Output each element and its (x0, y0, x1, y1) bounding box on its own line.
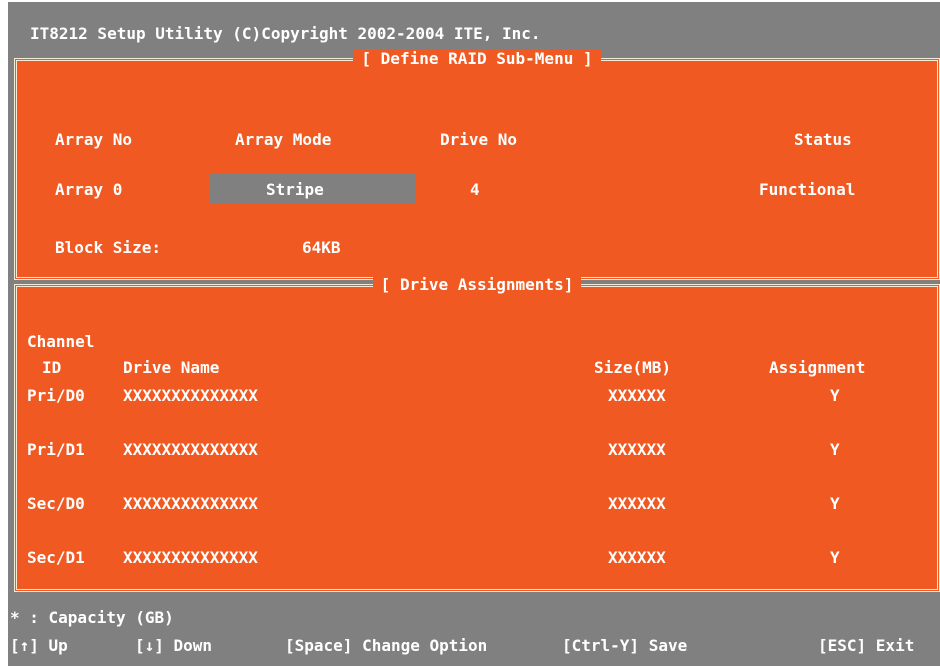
drive-assignment[interactable]: Y (830, 494, 840, 513)
define-raid-title: [ Define RAID Sub-Menu ] (353, 49, 601, 68)
save-key-hint: [Ctrl-Y] Save (562, 636, 688, 655)
define-raid-panel: [ Define RAID Sub-Menu ] Array No Array … (14, 49, 940, 280)
drive-assignments-title: [ Drive Assignments] (372, 275, 582, 294)
drive-channel: Pri/D1 (27, 440, 85, 459)
app-title: IT8212 Setup Utility (C)Copyright 2002-2… (30, 24, 541, 43)
drive-no-header: Drive No (440, 130, 518, 149)
status-value: Functional (759, 180, 856, 199)
drive-channel: Pri/D0 (27, 386, 85, 405)
drive-assignment[interactable]: Y (830, 548, 840, 567)
drive-name: XXXXXXXXXXXXXX (123, 494, 258, 513)
block-size-value[interactable]: 64KB (302, 238, 341, 257)
drive-size: XXXXXX (608, 386, 666, 405)
drive-name: XXXXXXXXXXXXXX (123, 440, 258, 459)
drive-channel: Sec/D1 (27, 548, 85, 567)
change-option-key-hint: [Space] Change Option (285, 636, 488, 655)
drive-name: XXXXXXXXXXXXXX (123, 386, 258, 405)
drive-size: XXXXXX (608, 494, 666, 513)
status-header: Status (794, 130, 852, 149)
drive-assignment[interactable]: Y (830, 440, 840, 459)
drive-channel: Sec/D0 (27, 494, 85, 513)
capacity-note: * : Capacity (GB) (10, 608, 174, 627)
drive-name-header: Drive Name (123, 358, 220, 377)
setup-screen: IT8212 Setup Utility (C)Copyright 2002-2… (8, 2, 940, 666)
size-header: Size(MB) (594, 358, 672, 377)
array-number-value: Array 0 (55, 180, 123, 199)
up-key-hint: [↑] Up (10, 636, 68, 655)
drive-size: XXXXXX (608, 548, 666, 567)
down-key-hint: [↓] Down (135, 636, 213, 655)
drive-no-value: 4 (470, 180, 480, 199)
assignment-header: Assignment (769, 358, 866, 377)
array-mode-header: Array Mode (235, 130, 332, 149)
block-size-label: Block Size: (55, 238, 161, 257)
array-mode-value[interactable]: Stripe (266, 180, 324, 199)
exit-key-hint: [ESC] Exit (818, 636, 915, 655)
array-no-header: Array No (55, 130, 133, 149)
drive-size: XXXXXX (608, 440, 666, 459)
drive-assignments-panel: [ Drive Assignments] Channel ID Drive Na… (14, 275, 940, 592)
drive-assignment[interactable]: Y (830, 386, 840, 405)
id-header: ID (42, 358, 62, 377)
drive-name: XXXXXXXXXXXXXX (123, 548, 258, 567)
channel-header: Channel (27, 332, 95, 351)
